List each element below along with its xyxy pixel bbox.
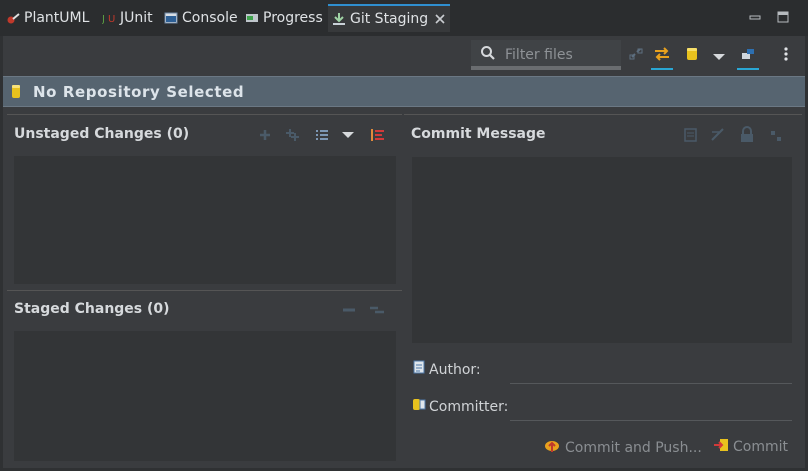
progress-icon bbox=[245, 11, 259, 25]
tab-label: Git Staging bbox=[350, 11, 429, 27]
repository-banner: No Repository Selected bbox=[3, 76, 805, 107]
author-label: Author: bbox=[429, 361, 481, 378]
junit-icon: JU bbox=[101, 11, 116, 25]
layout-icon bbox=[740, 46, 756, 66]
signed-off-button[interactable] bbox=[710, 126, 728, 144]
git-staging-icon bbox=[332, 12, 346, 26]
commit-icon bbox=[713, 437, 729, 457]
no-repository-label: No Repository Selected bbox=[33, 83, 245, 101]
committer-label-group: Committer: bbox=[412, 397, 508, 416]
commit-message-editor[interactable] bbox=[412, 157, 792, 343]
search-icon bbox=[480, 45, 496, 61]
maximize-icon[interactable] bbox=[776, 9, 790, 23]
repository-icon bbox=[686, 46, 698, 66]
view-tab-bar: PlantUML JU JUnit Console Progress Git S… bbox=[0, 0, 808, 36]
tab-plantuml[interactable]: PlantUML bbox=[6, 4, 89, 32]
filter-files-box[interactable] bbox=[471, 40, 621, 70]
remove-icon bbox=[340, 304, 358, 323]
tab-label: Console bbox=[182, 10, 238, 26]
kebab-menu-icon bbox=[783, 46, 789, 66]
unstage-selected-button[interactable] bbox=[340, 301, 358, 319]
commit-and-push-button[interactable]: Commit and Push... bbox=[544, 437, 702, 458]
author-label-group: Author: bbox=[412, 360, 481, 379]
chevron-down-icon bbox=[712, 47, 726, 66]
sort-button[interactable] bbox=[368, 126, 386, 144]
tab-git-staging[interactable]: Git Staging bbox=[328, 4, 451, 32]
filter-files-input[interactable] bbox=[503, 44, 617, 66]
view-menu-button[interactable] bbox=[775, 44, 797, 68]
tab-console[interactable]: Console bbox=[164, 4, 238, 32]
svg-text:U: U bbox=[108, 14, 115, 25]
author-field[interactable] bbox=[510, 383, 792, 384]
console-icon bbox=[164, 11, 178, 25]
plantuml-icon bbox=[6, 11, 20, 25]
committer-icon bbox=[412, 397, 427, 416]
amend-icon bbox=[682, 128, 700, 148]
change-id-button[interactable] bbox=[768, 128, 786, 146]
change-id-icon bbox=[768, 131, 786, 150]
link-icon bbox=[628, 46, 644, 66]
staged-changes-title: Staged Changes (0) bbox=[14, 301, 170, 317]
unstaged-files-list[interactable] bbox=[14, 156, 396, 284]
remove-all-icon bbox=[368, 304, 386, 323]
tree-presentation-button[interactable] bbox=[313, 126, 331, 144]
tab-label: JUnit bbox=[120, 10, 153, 26]
list-icon bbox=[313, 129, 331, 148]
unstaged-dropdown-button[interactable] bbox=[341, 127, 359, 145]
committer-field[interactable] bbox=[510, 420, 792, 421]
tab-junit[interactable]: JU JUnit bbox=[101, 4, 153, 32]
amend-button[interactable] bbox=[682, 126, 700, 144]
commit-label: Commit bbox=[733, 439, 788, 455]
repository-dropdown-button[interactable] bbox=[708, 44, 730, 68]
tab-label: Progress bbox=[263, 10, 323, 26]
stage-selected-button[interactable] bbox=[256, 126, 274, 144]
add-all-icon bbox=[284, 129, 302, 148]
minimize-icon[interactable] bbox=[748, 9, 762, 23]
compare-mode-button[interactable] bbox=[651, 44, 673, 70]
staged-files-list[interactable] bbox=[14, 331, 396, 461]
push-icon bbox=[544, 437, 561, 458]
commit-button[interactable]: Commit bbox=[713, 437, 788, 457]
signature-icon bbox=[710, 128, 728, 148]
repository-icon bbox=[11, 84, 21, 104]
add-icon bbox=[256, 129, 274, 148]
sign-commit-button[interactable] bbox=[738, 126, 756, 144]
tab-progress[interactable]: Progress bbox=[245, 4, 323, 32]
unstage-all-button[interactable] bbox=[368, 301, 386, 319]
compare-arrows-icon bbox=[653, 46, 671, 66]
link-with-selection-button[interactable] bbox=[625, 44, 647, 68]
tab-label: PlantUML bbox=[24, 10, 90, 26]
presentation-button[interactable] bbox=[737, 44, 759, 70]
author-icon bbox=[412, 360, 427, 379]
committer-label: Committer: bbox=[429, 398, 509, 415]
svg-text:J: J bbox=[102, 14, 105, 25]
lock-icon bbox=[738, 126, 756, 148]
commit-and-push-label: Commit and Push... bbox=[565, 439, 702, 456]
commit-message-title: Commit Message bbox=[411, 126, 546, 142]
stage-all-button[interactable] bbox=[284, 126, 302, 144]
sort-list-icon bbox=[368, 129, 386, 148]
chevron-down-icon bbox=[341, 127, 355, 146]
unstaged-changes-title: Unstaged Changes (0) bbox=[14, 126, 190, 142]
select-repository-button[interactable] bbox=[681, 44, 703, 68]
close-tab-icon[interactable] bbox=[434, 13, 446, 25]
